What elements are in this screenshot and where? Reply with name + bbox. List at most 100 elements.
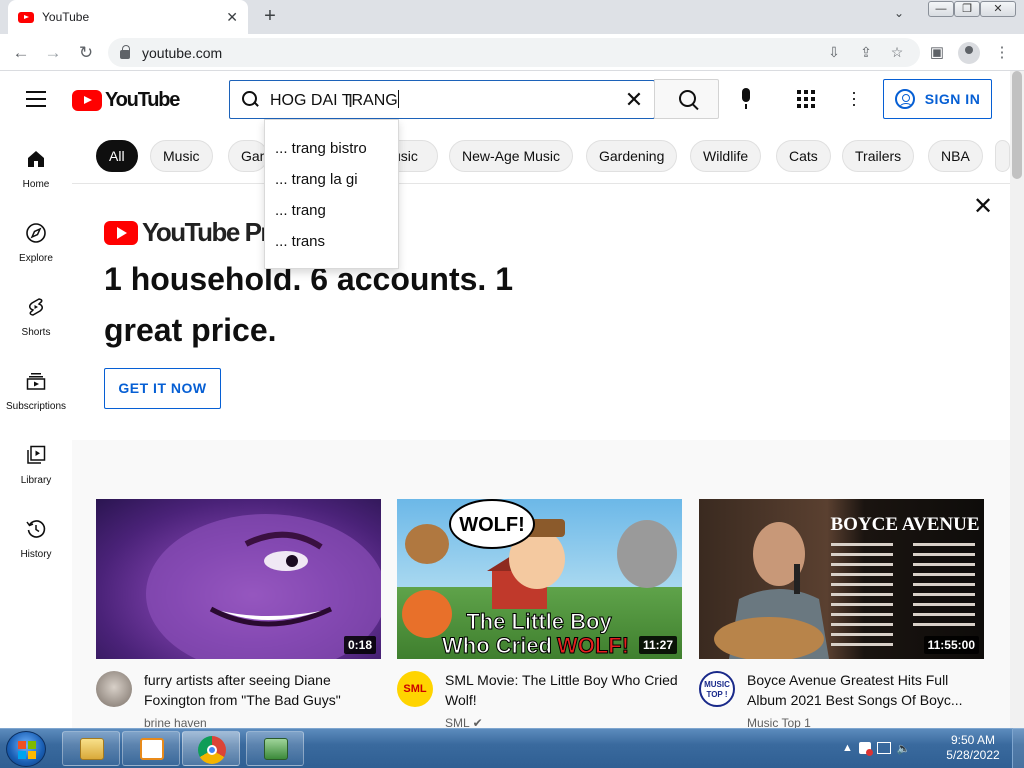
search-query-text[interactable]: HOG DAI TRANG — [270, 90, 622, 110]
sidebar-item-shorts[interactable]: Shorts — [0, 296, 72, 338]
video-duration: 11:27 — [638, 636, 677, 654]
tab-search-chevron-icon[interactable]: ⌄ — [894, 6, 904, 20]
close-banner-icon[interactable]: ✕ — [972, 195, 994, 219]
taskbar-clock[interactable]: 9:50 AM 5/28/2022 — [938, 733, 1008, 763]
sidebar-item-label: Subscriptions — [5, 401, 67, 412]
network-status-icon[interactable] — [876, 742, 891, 754]
lock-icon — [120, 45, 130, 59]
page-scrollbar-thumb[interactable] — [1012, 71, 1022, 179]
profile-icon[interactable] — [958, 42, 980, 64]
back-icon[interactable]: ← — [10, 42, 32, 64]
search-input[interactable]: HOG DAI TRANG ✕ — [229, 80, 655, 119]
clock-time: 9:50 AM — [950, 733, 996, 747]
sidebar-item-explore[interactable]: Explore — [0, 222, 72, 264]
premium-headline: 1 household. 6 accounts. 1 great price. — [104, 254, 534, 356]
thumbnail-image — [146, 514, 381, 659]
address-bar[interactable]: youtube.com — [108, 38, 920, 67]
chip-new-age-music[interactable]: New-Age Music — [449, 140, 574, 172]
chip-wildlife[interactable]: Wildlife — [690, 140, 762, 172]
start-button[interactable] — [6, 731, 46, 767]
chip-gaming[interactable]: Gam — [228, 140, 268, 172]
sidebar-item-subscriptions[interactable]: Subscriptions — [0, 370, 72, 412]
thumbnail-caption-line-2: Who Cried — [442, 633, 552, 658]
clear-search-icon[interactable]: ✕ — [622, 88, 646, 111]
video-thumbnail[interactable]: WOLF! The Little Boy Who Cried WOLF! 11:… — [397, 499, 682, 659]
restore-button[interactable]: ❐ — [954, 1, 980, 17]
taskbar-app-media-player[interactable] — [122, 731, 180, 766]
shorts-icon — [28, 298, 44, 316]
install-app-icon[interactable]: ⇩ — [824, 42, 844, 62]
youtube-play-icon — [104, 220, 138, 245]
chip-all[interactable]: All — [96, 140, 138, 172]
close-window-button[interactable]: ✕ — [980, 1, 1016, 17]
mini-guide-sidebar — [0, 127, 72, 728]
minimize-button[interactable]: — — [928, 1, 954, 17]
hamburger-menu-icon[interactable] — [26, 91, 46, 107]
sidebar-item-label: Shorts — [21, 327, 51, 338]
settings-kebab-icon[interactable]: · · · — [846, 83, 862, 113]
chip-music[interactable]: Music — [150, 140, 213, 172]
suggestion-item[interactable]: ... trang — [265, 195, 398, 227]
chip-gardening[interactable]: Gardening — [586, 140, 678, 172]
video-title[interactable]: Boyce Avenue Greatest Hits Full Album 20… — [747, 670, 982, 710]
bookmark-star-icon[interactable]: ☆ — [887, 42, 907, 62]
suggestion-item[interactable]: ... trans — [265, 226, 398, 258]
youtube-logo[interactable]: YouTube — [72, 89, 180, 112]
sidebar-item-label: History — [20, 549, 52, 560]
apps-grid-icon[interactable] — [797, 90, 815, 108]
channel-avatar[interactable]: MUSIC TOP ! — [699, 671, 735, 707]
system-tray: ▲ 🔈 — [842, 731, 911, 765]
chip-overflow[interactable] — [995, 140, 1010, 172]
sidepanel-icon[interactable]: ▣ — [926, 42, 948, 64]
text-cursor-icon: I — [348, 91, 354, 111]
sidebar-item-home[interactable]: Home — [0, 148, 72, 190]
kebab-menu-icon[interactable]: ⋮ — [991, 42, 1013, 64]
youtube-favicon-icon — [18, 11, 34, 23]
show-desktop-button[interactable] — [1012, 728, 1024, 768]
suggestion-item[interactable]: ... trang bistro — [265, 133, 398, 165]
video-thumbnail[interactable]: 0:18 — [96, 499, 381, 659]
channel-avatar[interactable] — [96, 671, 132, 707]
new-tab-button[interactable]: + — [258, 4, 282, 28]
video-title[interactable]: SML Movie: The Little Boy Who Cried Wolf… — [445, 670, 680, 710]
tray-expand-icon[interactable]: ▲ — [842, 742, 853, 754]
thumbnail-caption-line-1: The Little Boy — [466, 609, 612, 634]
chip-trailers[interactable]: Trailers — [842, 140, 915, 172]
sidebar-item-label: Library — [20, 475, 52, 486]
clock-date: 5/28/2022 — [946, 748, 1000, 762]
sign-in-button[interactable]: SIGN IN — [883, 79, 992, 119]
search-button[interactable] — [654, 79, 719, 119]
subscriptions-icon — [26, 373, 46, 390]
reload-icon[interactable]: ↻ — [75, 42, 97, 64]
chip-nba[interactable]: NBA — [928, 140, 983, 172]
thumbnail-image: BOYCE AVENUE — [714, 514, 980, 659]
action-center-icon[interactable] — [858, 742, 873, 756]
forward-icon[interactable]: → — [42, 42, 64, 64]
share-icon[interactable]: ⇪ — [856, 42, 876, 62]
suggestion-item[interactable]: ... trang la gi — [265, 164, 398, 196]
video-thumbnail[interactable]: BOYCE AVENUE 11:55:00 — [699, 499, 984, 659]
browser-tab-youtube[interactable]: YouTube ✕ — [8, 0, 248, 34]
sidebar-item-library[interactable]: Library — [0, 444, 72, 486]
chip-cats[interactable]: Cats — [776, 140, 831, 172]
taskbar-app-file-explorer[interactable] — [62, 731, 120, 766]
account-circle-icon — [894, 89, 915, 109]
youtube-logo-text: YouTube — [105, 89, 180, 111]
sidebar-item-history[interactable]: History — [0, 518, 72, 560]
video-title[interactable]: furry artists after seeing Diane Foxingt… — [144, 670, 379, 710]
search-suggestions-dropdown: ... trang bistro ... trang la gi ... tra… — [264, 119, 399, 269]
microphone-icon[interactable] — [736, 87, 756, 111]
tab-title: YouTube — [42, 10, 90, 24]
media-player-icon — [140, 738, 164, 760]
thumbnail-caption: BOYCE AVENUE — [830, 514, 979, 535]
volume-icon[interactable]: 🔈 — [897, 742, 911, 755]
compass-icon — [26, 223, 46, 243]
tab-close-icon[interactable]: ✕ — [226, 9, 238, 26]
get-it-now-button[interactable]: GET IT NOW — [104, 368, 221, 409]
taskbar-app-chrome[interactable] — [182, 731, 240, 766]
network-app-icon — [264, 738, 288, 760]
history-icon — [26, 520, 46, 538]
premium-headline-line-2: great price. — [104, 312, 277, 348]
taskbar-app-network[interactable] — [246, 731, 304, 766]
channel-avatar[interactable]: SML — [397, 671, 433, 707]
